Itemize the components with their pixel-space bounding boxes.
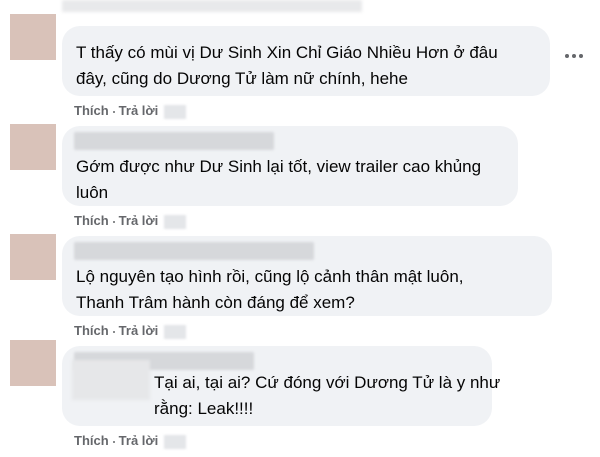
avatar[interactable] [10, 14, 56, 60]
timestamp-blur [164, 214, 187, 229]
separator-dot [112, 440, 115, 443]
separator-dot [112, 220, 115, 223]
reply-link[interactable]: Trả lời [119, 323, 159, 338]
comment-text-line: luôn [76, 183, 109, 202]
comment-text-line: T thấy có mùi vị Dư Sinh Xin Chỉ Giáo Nh… [76, 43, 498, 62]
like-link[interactable]: Thích [74, 103, 109, 118]
redaction-blur [72, 360, 150, 400]
reply-link[interactable]: Trả lời [119, 433, 159, 448]
comment-text-line: Tại ai, tại ai? Cứ đóng với Dương Tử là … [154, 373, 501, 392]
timestamp-blur [164, 434, 187, 449]
comment-actions: Thích Trả lời [74, 103, 187, 119]
comment-actions: Thích Trả lời [74, 323, 187, 339]
separator-dot [112, 110, 115, 113]
reply-link[interactable]: Trả lời [119, 213, 159, 228]
like-link[interactable]: Thích [74, 433, 109, 448]
timestamp-blur [164, 104, 187, 119]
comment-bubble: Gớm được như Dư Sinh lại tốt, view trail… [62, 126, 518, 206]
more-options-button[interactable] [560, 46, 588, 66]
dot-icon [565, 54, 569, 58]
author-name-blur[interactable] [74, 242, 314, 260]
comment-text-line: Lộ nguyên tạo hình rồi, cũng lộ cảnh thâ… [76, 267, 464, 286]
comment-actions: Thích Trả lời [74, 213, 187, 229]
comment-actions: Thích Trả lời [74, 433, 187, 449]
comment-text-line: Thanh Trâm hành còn đáng để xem? [76, 293, 355, 312]
comment-bubble: Lộ nguyên tạo hình rồi, cũng lộ cảnh thâ… [62, 236, 552, 316]
avatar[interactable] [10, 124, 56, 170]
like-link[interactable]: Thích [74, 323, 109, 338]
comment-text-line: rằng: Leak!!!! [154, 399, 254, 418]
reply-link[interactable]: Trả lời [119, 103, 159, 118]
like-link[interactable]: Thích [74, 213, 109, 228]
dot-icon [572, 54, 576, 58]
topbar-blur [62, 0, 362, 12]
avatar[interactable] [10, 234, 56, 280]
comment-text-line: đây, cũng do Dương Tử làm nữ chính, hehe [76, 69, 408, 88]
timestamp-blur [164, 324, 187, 339]
comment-text-line: Gớm được như Dư Sinh lại tốt, view trail… [76, 157, 482, 176]
separator-dot [112, 330, 115, 333]
dot-icon [579, 54, 583, 58]
avatar[interactable] [10, 340, 56, 386]
comment-bubble: T thấy có mùi vị Dư Sinh Xin Chỉ Giáo Nh… [62, 26, 550, 96]
author-name-blur[interactable] [74, 132, 274, 150]
